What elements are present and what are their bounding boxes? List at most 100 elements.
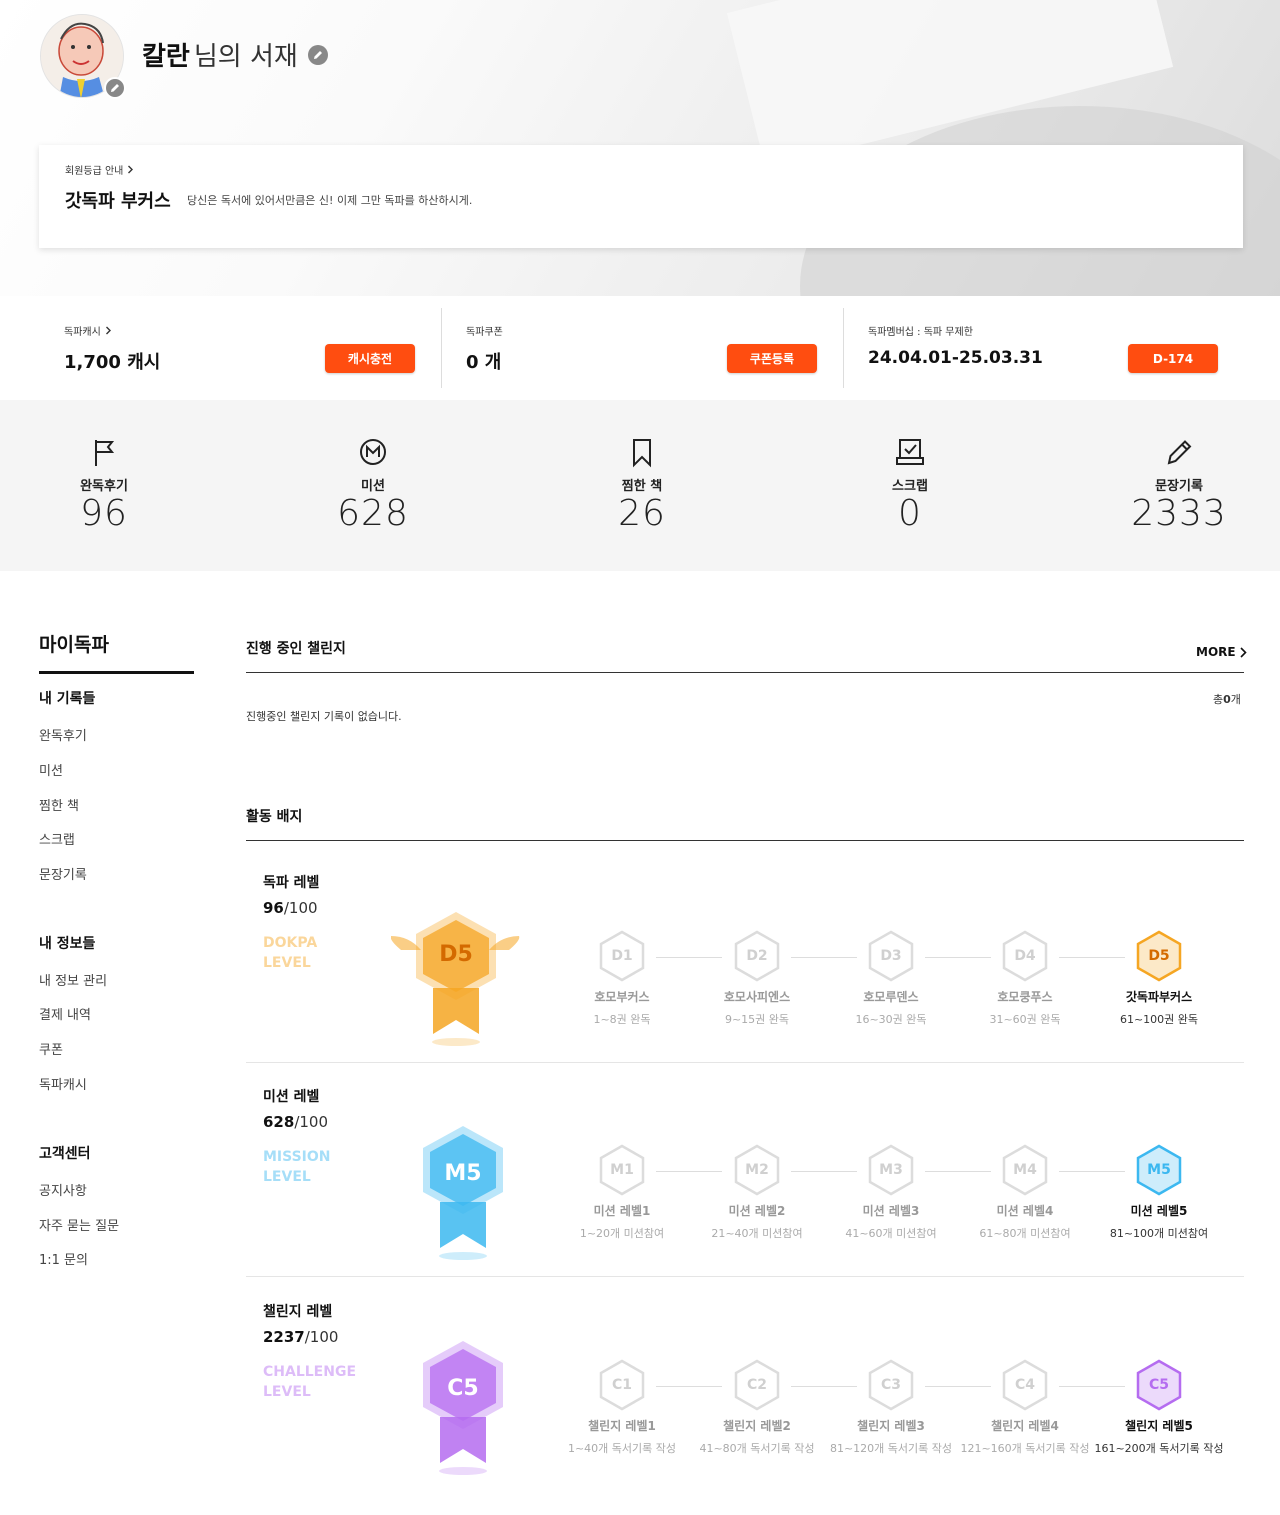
level-en-line: LEVEL — [263, 955, 311, 971]
level-score-value: 96 — [263, 899, 284, 917]
level-score: 96/100 — [263, 899, 318, 917]
step-code: C3 — [880, 1377, 901, 1393]
profile-name: 칼란 — [142, 42, 190, 72]
stat-sentences[interactable]: 문장기록 2333 — [1089, 400, 1269, 571]
step-name: 미션 레벨1 — [593, 1204, 651, 1218]
step-range: 31~60권 완독 — [989, 1013, 1061, 1026]
grade-card: 회원등급 안내 갓독파 부커스 당신은 독서에 있어서만큼은 신! 이제 그만 … — [39, 145, 1243, 248]
level-step: M3 미션 레벨3 41~60개 미션참여 — [824, 1144, 958, 1241]
sidebar-item-inquiry[interactable]: 1:1 문의 — [39, 1249, 88, 1268]
step-hex: C2 — [733, 1359, 781, 1411]
stat-label: 문장기록 — [1155, 479, 1203, 494]
sidebar-item-reviews[interactable]: 완독후기 — [39, 725, 87, 744]
sidebar-item-cash[interactable]: 독파캐시 — [39, 1074, 87, 1093]
level-step: M4 미션 레벨4 61~80개 미션참여 — [958, 1144, 1092, 1241]
count-value: 0 — [1223, 693, 1231, 706]
stat-label: 미션 — [361, 479, 385, 494]
medal-icon — [390, 912, 520, 1046]
grade-info-link[interactable]: 회원등급 안내 — [65, 162, 134, 177]
sidebar-item-notice[interactable]: 공지사항 — [39, 1180, 87, 1199]
stat-scrap[interactable]: 스크랩 0 — [820, 400, 1000, 571]
bookmark-icon — [633, 439, 651, 468]
step-hex: M3 — [867, 1144, 915, 1196]
step-code: D4 — [1014, 948, 1036, 964]
grade-name: 갓독파 부커스 — [65, 191, 171, 212]
level-score-value: 628 — [263, 1113, 295, 1131]
sidebar-item-faq[interactable]: 자주 묻는 질문 — [39, 1215, 119, 1234]
step-code: C1 — [611, 1377, 632, 1393]
step-name: 챌린지 레벨1 — [588, 1419, 656, 1433]
step-range: 1~20개 미션참여 — [579, 1227, 665, 1240]
wallet-label: 독파멤버십 : 독파 무제한 — [868, 327, 973, 338]
divider — [246, 1276, 1244, 1277]
cash-charge-button[interactable]: 캐시충전 — [325, 344, 415, 373]
step-range: 16~30권 완독 — [855, 1013, 927, 1026]
stat-mission[interactable]: 미션 628 — [283, 400, 463, 571]
step-hex: M5 — [1135, 1144, 1183, 1196]
level-step: D4 호모쿵푸스 31~60권 완독 — [958, 930, 1092, 1027]
stat-reviews[interactable]: 완독후기 96 — [14, 400, 194, 571]
level-medal: D5 — [390, 910, 521, 1050]
medal-code: D5 — [439, 942, 473, 967]
sidebar: 마이독파 — [39, 630, 194, 674]
sidebar-item-profile[interactable]: 내 정보 관리 — [39, 970, 107, 989]
level-en-line: LEVEL — [263, 1384, 311, 1400]
badges-heading: 활동 배지 — [246, 809, 303, 825]
step-code: D1 — [611, 948, 633, 964]
sidebar-section-records: 내 기록들 — [39, 691, 96, 707]
coupon-register-button[interactable]: 쿠폰등록 — [727, 344, 817, 373]
divider — [843, 308, 844, 388]
challenge-more-link[interactable]: MORE — [1196, 645, 1247, 659]
level-en-line: LEVEL — [263, 1169, 311, 1185]
step-name: 갓독파부커스 — [1125, 990, 1193, 1004]
wallet-label: 독파쿠폰 — [466, 327, 503, 338]
stat-wishlist[interactable]: 찜한 책 26 — [552, 400, 732, 571]
step-code: D5 — [1148, 948, 1170, 964]
wallet-cash-link[interactable]: 독파캐시 — [64, 323, 112, 338]
sidebar-item-mission[interactable]: 미션 — [39, 760, 63, 779]
step-code: C5 — [1148, 1377, 1169, 1393]
sidebar-item-wishlist[interactable]: 찜한 책 — [39, 795, 79, 814]
step-range: 9~15권 완독 — [724, 1013, 790, 1026]
level-score-value: 2237 — [263, 1328, 305, 1346]
stat-value: 0 — [898, 493, 922, 534]
level-step: D2 호모사피엔스 9~15권 완독 — [690, 930, 824, 1027]
step-hex: C1 — [598, 1359, 646, 1411]
membership-dday-button[interactable]: D-174 — [1128, 344, 1218, 373]
step-hex: D1 — [598, 930, 646, 982]
stat-value: 2333 — [1131, 493, 1227, 534]
step-hex: M1 — [598, 1144, 646, 1196]
level-english-label: CHALLENGE LEVEL — [263, 1362, 356, 1402]
pencil-icon — [1167, 440, 1192, 465]
stat-label: 완독후기 — [80, 479, 128, 494]
level-en-line: DOKPA — [263, 935, 318, 951]
step-code: D2 — [746, 948, 768, 964]
level-step: C3 챌린지 레벨3 81~120개 독서기록 작성 — [824, 1359, 958, 1456]
level-step: M2 미션 레벨2 21~40개 미션참여 — [690, 1144, 824, 1241]
level-en-line: MISSION — [263, 1149, 331, 1165]
step-name: 미션 레벨3 — [862, 1204, 920, 1218]
step-range: 41~60개 미션참여 — [845, 1227, 937, 1240]
step-hex: C4 — [1001, 1359, 1049, 1411]
mission-icon — [360, 439, 386, 465]
sidebar-item-scrap[interactable]: 스크랩 — [39, 829, 75, 848]
level-score-max: /100 — [304, 1328, 339, 1346]
avatar-edit-button[interactable] — [104, 77, 126, 99]
level-step: D3 호모루덴스 16~30권 완독 — [824, 930, 958, 1027]
step-range: 121~160개 독서기록 작성 — [960, 1442, 1090, 1455]
wallet-value: 1,700 캐시 — [64, 352, 161, 373]
sidebar-item-sentences[interactable]: 문장기록 — [39, 864, 87, 883]
step-name: 미션 레벨5 — [1130, 1204, 1188, 1218]
wallet-label: 독파캐시 — [64, 327, 101, 338]
title-edit-button[interactable] — [307, 44, 328, 65]
stats-row: 완독후기 96 미션 628 찜한 책 26 스크랩 0 문장기록 2333 — [0, 400, 1280, 571]
step-range: 41~80개 독서기록 작성 — [699, 1442, 815, 1455]
sidebar-item-coupon[interactable]: 쿠폰 — [39, 1039, 63, 1058]
level-english-label: DOKPA LEVEL — [263, 933, 317, 973]
wallet-value: 0 개 — [466, 352, 502, 373]
sidebar-item-payments[interactable]: 결제 내역 — [39, 1004, 91, 1023]
wallet-value: 24.04.01-25.03.31 — [868, 348, 1043, 368]
divider — [246, 672, 1244, 673]
pencil-icon — [313, 50, 322, 59]
stat-label: 찜한 책 — [621, 479, 663, 494]
